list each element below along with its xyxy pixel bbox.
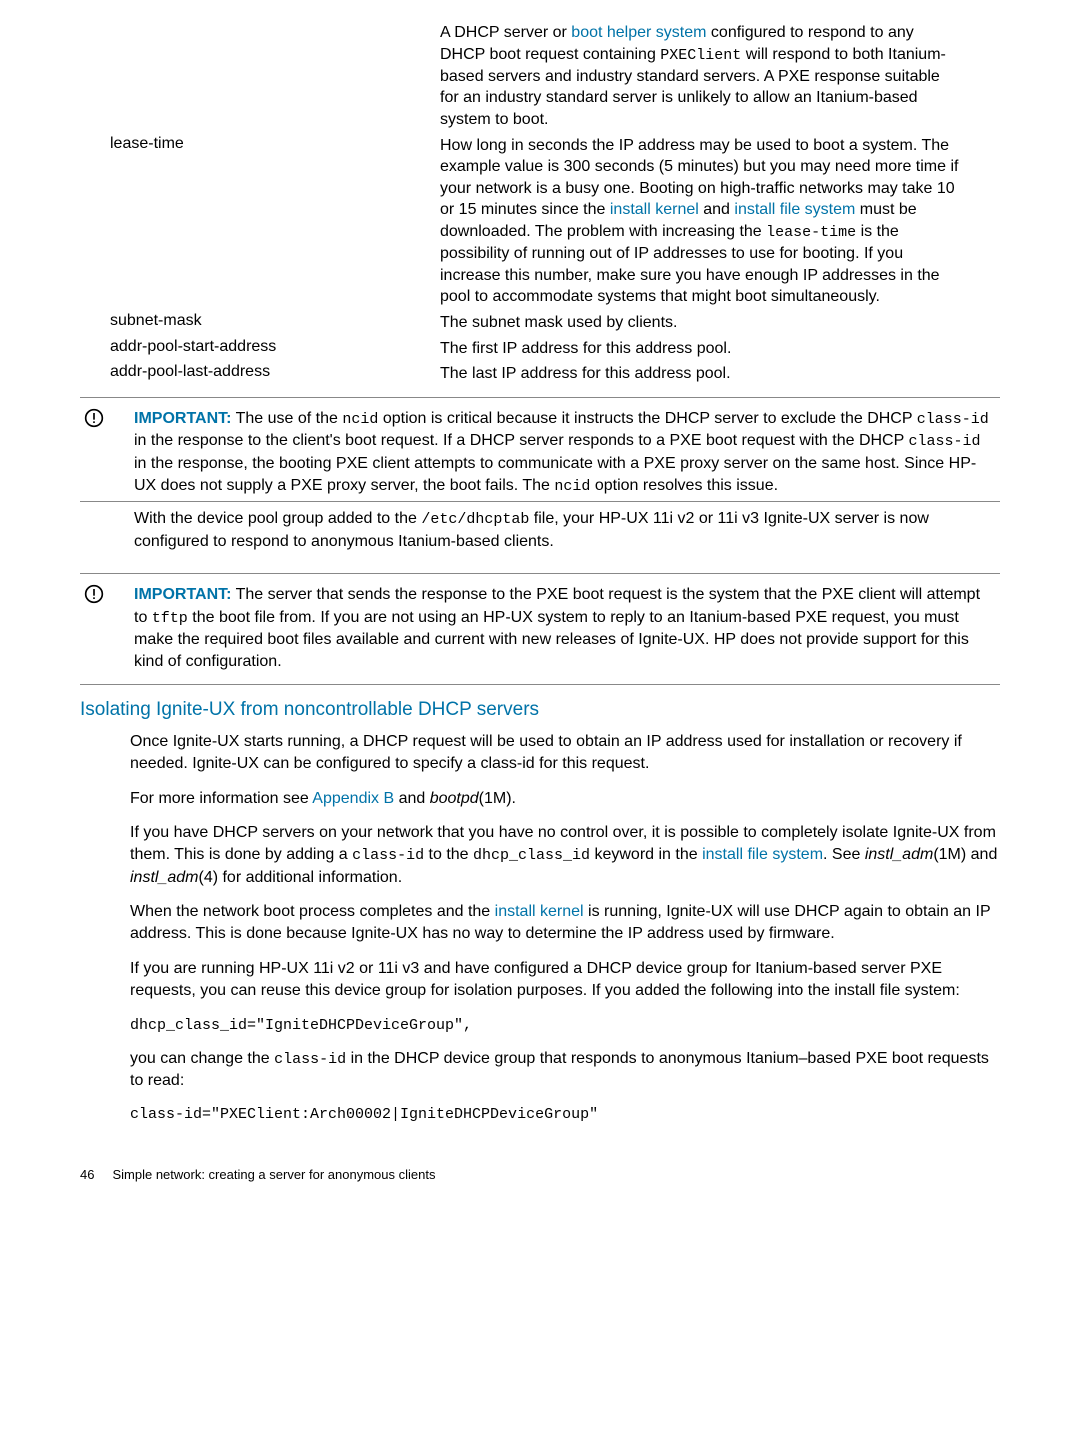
link-install-file-system[interactable]: install file system bbox=[734, 201, 855, 218]
paragraph: Once Ignite-UX starts running, a DHCP re… bbox=[130, 731, 1000, 776]
page-footer: 46 Simple network: creating a server for … bbox=[80, 1137, 1000, 1182]
definition-term: lease-time bbox=[80, 133, 440, 310]
code-block: class-id="PXEClient:Arch00002|IgniteDHCP… bbox=[130, 1104, 1000, 1125]
definition-desc: How long in seconds the IP address may b… bbox=[440, 133, 1000, 310]
section-heading: Isolating Ignite-UX from noncontrollable… bbox=[80, 699, 1000, 721]
paragraph: When the network boot process completes … bbox=[130, 901, 1000, 946]
code-pxeclient: PXEClient bbox=[660, 47, 741, 64]
paragraph: For more information see Appendix B and … bbox=[130, 788, 1000, 810]
code-lease-time: lease-time bbox=[766, 224, 856, 241]
important-callout: IMPORTANT: The server that sends the res… bbox=[80, 573, 1000, 685]
link-install-kernel[interactable]: install kernel bbox=[495, 903, 584, 920]
definition-term-empty bbox=[80, 20, 440, 133]
link-appendix-b[interactable]: Appendix B bbox=[312, 790, 394, 807]
important-callout: IMPORTANT: The use of the ncid option is… bbox=[80, 397, 1000, 500]
important-icon bbox=[80, 584, 134, 674]
definition-list: A DHCP server or boot helper system conf… bbox=[80, 20, 1000, 387]
code-block: dhcp_class_id="IgniteDHCPDeviceGroup", bbox=[130, 1015, 1000, 1036]
definition-row: subnet-mask The subnet mask used by clie… bbox=[80, 310, 1000, 336]
definition-term: addr-pool-start-address bbox=[80, 336, 440, 362]
paragraph: With the device pool group added to the … bbox=[80, 501, 1000, 563]
important-label: IMPORTANT: bbox=[134, 410, 231, 427]
definition-desc: The last IP address for this address poo… bbox=[440, 361, 1000, 387]
definition-term: subnet-mask bbox=[80, 310, 440, 336]
body-text: Once Ignite-UX starts running, a DHCP re… bbox=[80, 731, 1000, 1126]
definition-row: addr-pool-last-address The last IP addre… bbox=[80, 361, 1000, 387]
definition-desc: The first IP address for this address po… bbox=[440, 336, 1000, 362]
definition-row: addr-pool-start-address The first IP add… bbox=[80, 336, 1000, 362]
paragraph: If you are running HP-UX 11i v2 or 11i v… bbox=[130, 958, 1000, 1003]
link-install-file-system[interactable]: install file system bbox=[702, 846, 823, 863]
link-install-kernel[interactable]: install kernel bbox=[610, 201, 699, 218]
important-icon bbox=[80, 408, 134, 498]
important-label: IMPORTANT: bbox=[134, 586, 231, 603]
definition-row: A DHCP server or boot helper system conf… bbox=[80, 20, 1000, 133]
footer-title: Simple network: creating a server for an… bbox=[112, 1167, 435, 1182]
definition-desc: The subnet mask used by clients. bbox=[440, 310, 1000, 336]
paragraph: you can change the class-id in the DHCP … bbox=[130, 1048, 1000, 1093]
definition-row: lease-time How long in seconds the IP ad… bbox=[80, 133, 1000, 310]
important-text: IMPORTANT: The server that sends the res… bbox=[134, 584, 1000, 674]
link-boot-helper[interactable]: boot helper system bbox=[571, 24, 706, 41]
definition-term: addr-pool-last-address bbox=[80, 361, 440, 387]
definition-desc: A DHCP server or boot helper system conf… bbox=[440, 20, 1000, 133]
paragraph: If you have DHCP servers on your network… bbox=[130, 822, 1000, 889]
important-text: IMPORTANT: The use of the ncid option is… bbox=[134, 408, 1000, 498]
page-number: 46 bbox=[80, 1167, 94, 1182]
